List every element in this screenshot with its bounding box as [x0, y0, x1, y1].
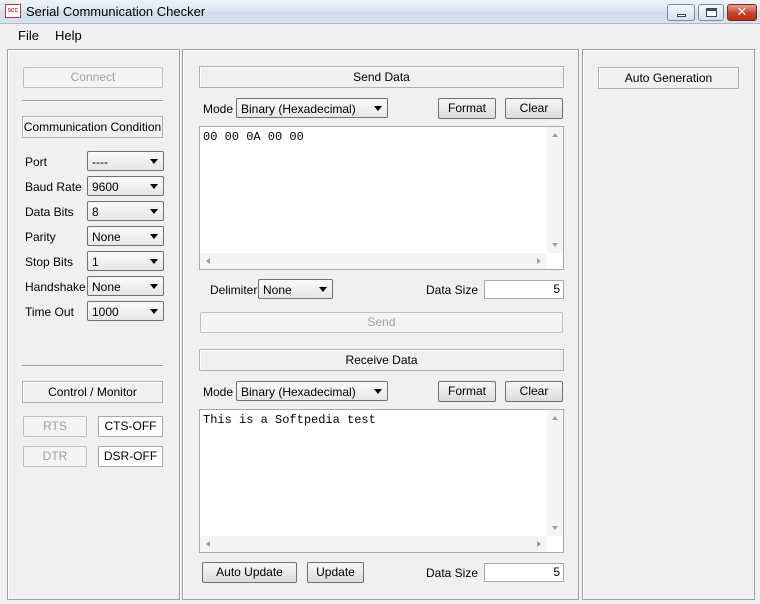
- receive-data-header: Receive Data: [199, 349, 564, 371]
- port-select[interactable]: ----: [87, 151, 164, 171]
- chevron-down-icon: [319, 287, 327, 292]
- receive-format-button[interactable]: Format: [438, 381, 496, 402]
- receive-vertical-scrollbar[interactable]: [547, 410, 563, 536]
- receive-mode-value: Binary (Hexadecimal): [241, 385, 356, 399]
- receive-mode-select[interactable]: Binary (Hexadecimal): [236, 381, 388, 401]
- time-out-label: Time Out: [25, 305, 74, 319]
- maximize-button[interactable]: [698, 4, 724, 21]
- scroll-down-icon: [552, 243, 558, 247]
- handshake-label: Handshake: [25, 280, 86, 294]
- baud-rate-label: Baud Rate: [25, 180, 82, 194]
- menu-bar: File Help: [0, 24, 760, 46]
- baud-rate-select[interactable]: 9600: [87, 176, 164, 196]
- connect-button[interactable]: Connect: [23, 67, 163, 88]
- stop-bits-label: Stop Bits: [25, 255, 74, 269]
- send-data-size-field[interactable]: 5: [484, 280, 564, 299]
- receive-data-textarea[interactable]: This is a Softpedia test: [199, 409, 564, 553]
- send-data-size-label: Data Size: [426, 283, 479, 297]
- scroll-down-icon: [552, 526, 558, 530]
- dsr-status: DSR-OFF: [98, 446, 163, 467]
- stop-bits-value: 1: [92, 255, 99, 269]
- chevron-down-icon: [150, 159, 158, 164]
- send-button[interactable]: Send: [200, 312, 563, 333]
- port-value: ----: [92, 155, 108, 169]
- separator: [22, 100, 163, 102]
- baud-rate-value: 9600: [92, 180, 119, 194]
- send-mode-select[interactable]: Binary (Hexadecimal): [236, 98, 388, 118]
- close-icon: ✕: [736, 5, 748, 20]
- handshake-value: None: [92, 280, 121, 294]
- close-button[interactable]: ✕: [727, 4, 757, 21]
- receive-clear-button[interactable]: Clear: [505, 381, 563, 402]
- scroll-left-icon: [206, 541, 210, 547]
- time-out-value: 1000: [92, 305, 119, 319]
- scroll-left-icon: [206, 258, 210, 264]
- scroll-right-icon: [537, 258, 541, 264]
- menu-file[interactable]: File: [18, 28, 39, 43]
- data-bits-value: 8: [92, 205, 99, 219]
- communication-condition-header: Communication Condition: [22, 116, 163, 138]
- send-mode-value: Binary (Hexadecimal): [241, 102, 356, 116]
- data-bits-label: Data Bits: [25, 205, 74, 219]
- control-monitor-header: Control / Monitor: [22, 381, 163, 403]
- send-mode-label: Mode: [203, 102, 234, 116]
- scroll-up-icon: [552, 133, 558, 137]
- right-panel: [582, 49, 755, 600]
- chevron-down-icon: [150, 184, 158, 189]
- dtr-button[interactable]: DTR: [23, 446, 87, 467]
- minimize-button[interactable]: [667, 4, 695, 21]
- cts-status: CTS-OFF: [98, 416, 163, 437]
- receive-data-size-label: Data Size: [426, 566, 479, 580]
- auto-update-button[interactable]: Auto Update: [202, 562, 297, 583]
- scroll-right-icon: [537, 541, 541, 547]
- delimiter-select[interactable]: None: [258, 279, 333, 299]
- send-data-header: Send Data: [199, 66, 564, 88]
- separator: [22, 365, 163, 367]
- delimiter-label: Delimiter: [210, 283, 258, 297]
- scroll-up-icon: [552, 416, 558, 420]
- send-data-content: 00 00 0A 00 00: [203, 130, 304, 144]
- receive-data-content: This is a Softpedia test: [203, 413, 376, 427]
- rts-button[interactable]: RTS: [23, 416, 87, 437]
- chevron-down-icon: [374, 106, 382, 111]
- time-out-select[interactable]: 1000: [87, 301, 164, 321]
- send-data-textarea[interactable]: 00 00 0A 00 00: [199, 126, 564, 270]
- title-bar: SCC Serial Communication Checker ✕: [0, 0, 760, 24]
- delimiter-value: None: [263, 283, 292, 297]
- window-title: Serial Communication Checker: [26, 4, 206, 19]
- chevron-down-icon: [374, 389, 382, 394]
- maximize-icon: [706, 8, 717, 17]
- parity-value: None: [92, 230, 121, 244]
- chevron-down-icon: [150, 284, 158, 289]
- handshake-select[interactable]: None: [87, 276, 164, 296]
- receive-data-size-field[interactable]: 5: [484, 563, 564, 582]
- menu-help[interactable]: Help: [55, 28, 82, 43]
- update-button[interactable]: Update: [307, 562, 364, 583]
- stop-bits-select[interactable]: 1: [87, 251, 164, 271]
- parity-label: Parity: [25, 230, 56, 244]
- app-icon: SCC: [5, 4, 21, 18]
- send-horizontal-scrollbar[interactable]: [200, 253, 547, 269]
- receive-horizontal-scrollbar[interactable]: [200, 536, 547, 552]
- receive-mode-label: Mode: [203, 385, 234, 399]
- chevron-down-icon: [150, 234, 158, 239]
- chevron-down-icon: [150, 259, 158, 264]
- send-format-button[interactable]: Format: [438, 98, 496, 119]
- send-clear-button[interactable]: Clear: [505, 98, 563, 119]
- auto-generation-header: Auto Generation: [598, 67, 739, 89]
- port-label: Port: [25, 155, 48, 169]
- chevron-down-icon: [150, 309, 158, 314]
- parity-select[interactable]: None: [87, 226, 164, 246]
- send-vertical-scrollbar[interactable]: [547, 127, 563, 253]
- chevron-down-icon: [150, 209, 158, 214]
- minimize-icon: [677, 14, 686, 17]
- data-bits-select[interactable]: 8: [87, 201, 164, 221]
